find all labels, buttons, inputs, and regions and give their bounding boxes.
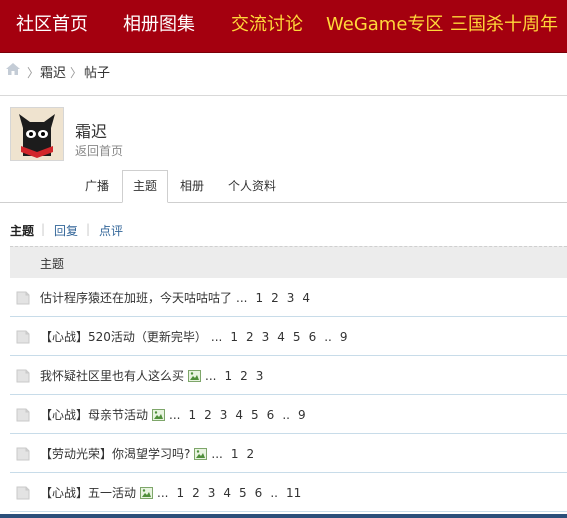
page-link[interactable]: 3 xyxy=(256,369,264,383)
document-icon xyxy=(16,329,30,344)
ellipsis: ... xyxy=(205,369,217,383)
nav-album[interactable]: 相册图集 xyxy=(123,14,195,36)
breadcrumb-separator: 〉 xyxy=(70,66,83,80)
page-link[interactable]: 9 xyxy=(340,330,348,344)
tab-album[interactable]: 相册 xyxy=(170,171,214,201)
topic-title-link[interactable]: 我怀疑社区里也有人这么买 xyxy=(40,369,184,383)
image-attachment-icon xyxy=(152,409,166,421)
subnav-comments[interactable]: 点评 xyxy=(99,222,123,239)
page-ellipsis: .. xyxy=(282,408,290,422)
nav-community-home[interactable]: 社区首页 xyxy=(16,14,88,36)
tab-profile[interactable]: 个人资料 xyxy=(222,171,282,201)
profile-tabs: 广播 主题 相册 个人资料 xyxy=(0,170,567,203)
avatar[interactable] xyxy=(10,107,64,161)
topic-title-link[interactable]: 【心战】五一活动 xyxy=(40,486,136,500)
table-row: 我怀疑社区里也有人这么买... 1 2 3 xyxy=(10,356,567,395)
breadcrumb-posts: 帖子 xyxy=(84,66,111,81)
breadcrumb-user[interactable]: 霜迟 xyxy=(40,62,66,81)
page-link[interactable]: 1 xyxy=(231,447,239,461)
top-nav-bar: 社区首页 相册图集 交流讨论 WeGame专区 三国杀十周年 xyxy=(0,0,567,53)
back-home-link[interactable]: 返回首页 xyxy=(75,142,123,159)
topic-line: 我怀疑社区里也有人这么买... 1 2 3 xyxy=(40,367,263,384)
page-link[interactable]: 5 xyxy=(251,408,259,422)
topic-title-link[interactable]: 【心战】母亲节活动 xyxy=(40,408,148,422)
ellipsis: ... xyxy=(210,330,223,344)
subnav-topics[interactable]: 主题 xyxy=(10,222,34,239)
page-link[interactable]: 1 xyxy=(224,369,232,383)
page-link[interactable]: 6 xyxy=(267,408,275,422)
bottom-divider xyxy=(0,514,567,518)
topic-title-link[interactable]: 【劳动光荣】你渴望学习吗? xyxy=(40,447,190,461)
table-row: 估计程序猿还在加班，今天咕咕咕了... 1 2 3 4 xyxy=(10,278,567,317)
table-row: 【劳动光荣】你渴望学习吗?... 1 2 xyxy=(10,434,567,473)
image-attachment-icon xyxy=(194,448,208,460)
topic-line: 【心战】520活动（更新完毕）... 1 2 3 4 5 6.. 9 xyxy=(40,328,347,345)
page-link[interactable]: 2 xyxy=(192,486,200,500)
subnav-divider: | xyxy=(86,222,91,236)
table-header-topic: 主题 xyxy=(40,257,65,271)
topic-line: 估计程序猿还在加班，今天咕咕咕了... 1 2 3 4 xyxy=(40,289,310,306)
page-link[interactable]: 3 xyxy=(262,330,270,344)
document-icon xyxy=(16,485,30,500)
page-link[interactable]: 2 xyxy=(240,369,248,383)
page-ellipsis: .. xyxy=(324,330,332,344)
topic-line: 【心战】母亲节活动... 1 2 3 4 5 6.. 9 xyxy=(40,406,306,423)
topic-title-link[interactable]: 【心战】520活动（更新完毕） xyxy=(40,330,207,344)
black-cat-avatar-icon xyxy=(11,108,63,160)
subnav-replies[interactable]: 回复 xyxy=(54,222,78,239)
tab-broadcast[interactable]: 广播 xyxy=(75,171,119,201)
page-link[interactable]: 11 xyxy=(286,486,301,500)
ellipsis: ... xyxy=(236,291,248,305)
page-link[interactable]: 6 xyxy=(255,486,263,500)
tab-topics[interactable]: 主题 xyxy=(122,170,168,203)
page-link[interactable]: 1 xyxy=(176,486,184,500)
nav-discussion[interactable]: 交流讨论 xyxy=(231,14,303,36)
page-link[interactable]: 1 xyxy=(255,291,263,305)
document-icon xyxy=(16,446,30,461)
topic-line: 【心战】五一活动... 1 2 3 4 5 6.. 11 xyxy=(40,484,301,501)
breadcrumb-separator: 〉 xyxy=(27,66,40,80)
topic-line: 【劳动光荣】你渴望学习吗?... 1 2 xyxy=(40,445,254,462)
page-link[interactable]: 6 xyxy=(309,330,317,344)
topic-title-link[interactable]: 估计程序猿还在加班，今天咕咕咕了 xyxy=(40,291,232,305)
page-link[interactable]: 4 xyxy=(302,291,310,305)
ellipsis: ... xyxy=(169,408,181,422)
home-icon[interactable] xyxy=(5,62,21,76)
ellipsis: ... xyxy=(157,486,169,500)
page-link[interactable]: 9 xyxy=(298,408,306,422)
page-link[interactable]: 1 xyxy=(188,408,196,422)
image-attachment-icon xyxy=(188,370,202,382)
document-icon xyxy=(16,407,30,422)
page-link[interactable]: 3 xyxy=(208,486,216,500)
profile-name: 霜迟 xyxy=(75,122,108,141)
page-link[interactable]: 3 xyxy=(220,408,228,422)
subnav-divider: | xyxy=(41,222,46,236)
table-header: 主题 xyxy=(10,246,567,278)
image-attachment-icon xyxy=(140,487,154,499)
page-link[interactable]: 1 xyxy=(230,330,238,344)
page-ellipsis: .. xyxy=(270,486,278,500)
document-icon xyxy=(16,290,30,305)
breadcrumb: 〉 霜迟 〉 帖子 xyxy=(0,52,567,96)
nav-wegame[interactable]: WeGame专区 xyxy=(326,14,443,36)
page-link[interactable]: 2 xyxy=(246,447,254,461)
page-link[interactable]: 4 xyxy=(277,330,285,344)
page-link[interactable]: 2 xyxy=(204,408,212,422)
page-link[interactable]: 2 xyxy=(246,330,254,344)
page-link[interactable]: 5 xyxy=(293,330,301,344)
page-link[interactable]: 4 xyxy=(235,408,243,422)
page-link[interactable]: 3 xyxy=(287,291,295,305)
ellipsis: ... xyxy=(211,447,223,461)
page-link[interactable]: 4 xyxy=(223,486,231,500)
document-icon xyxy=(16,368,30,383)
table-row: 【心战】母亲节活动... 1 2 3 4 5 6.. 9 xyxy=(10,395,567,434)
page-link[interactable]: 2 xyxy=(271,291,279,305)
page-link[interactable]: 5 xyxy=(239,486,247,500)
table-row: 【心战】五一活动... 1 2 3 4 5 6.. 11 xyxy=(10,473,567,512)
table-row: 【心战】520活动（更新完毕）... 1 2 3 4 5 6.. 9 xyxy=(10,317,567,356)
nav-anniversary[interactable]: 三国杀十周年 xyxy=(450,14,558,36)
